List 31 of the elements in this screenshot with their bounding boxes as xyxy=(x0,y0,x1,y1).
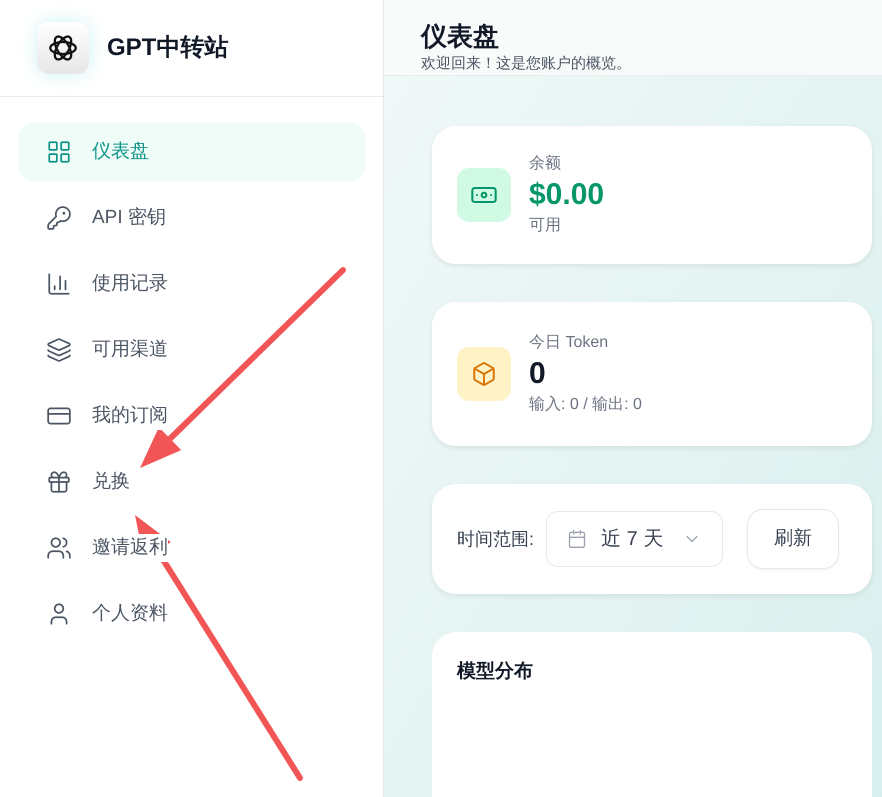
sidebar-item[interactable]: 使用记录 xyxy=(18,254,365,314)
stat-label: 今日 Token xyxy=(529,333,610,354)
panel-title: 模型分布 xyxy=(457,661,533,682)
sidebar-item[interactable]: API 密钥 xyxy=(18,188,365,248)
stat-value: 0 xyxy=(529,356,547,392)
stat-value: $0.00 xyxy=(529,177,604,214)
layers-icon xyxy=(46,337,72,363)
stat-label: 余额 xyxy=(529,154,562,174)
cube-icon xyxy=(457,347,511,401)
sidebar-item[interactable]: 可用渠道 xyxy=(18,320,365,380)
grid-icon xyxy=(46,139,72,165)
logo-icon xyxy=(37,22,89,74)
sidebar-item[interactable]: 我的订阅 xyxy=(18,386,365,446)
brand-name: GPT中转站 xyxy=(107,33,228,63)
date-range-select[interactable]: 近 7 天 xyxy=(546,511,724,567)
sidebar-item[interactable]: 兑换 xyxy=(18,452,365,512)
gift-icon xyxy=(46,469,72,495)
bar-chart-icon xyxy=(46,271,72,297)
sidebar-item[interactable]: 个人资料 xyxy=(18,584,365,644)
sidebar-item[interactable]: 邀请返利 xyxy=(18,518,365,578)
cash-icon xyxy=(457,168,511,222)
key-icon xyxy=(46,205,72,231)
stat-note: 可用 xyxy=(529,216,562,236)
page-title: 仪表盘 xyxy=(421,20,500,52)
stat-note: 输入: 0 / 输出: 0 xyxy=(529,394,642,415)
filter-label: 时间范围: xyxy=(457,528,534,550)
sidebar-item[interactable]: 仪表盘 xyxy=(18,122,365,182)
calendar-icon xyxy=(567,529,588,549)
page-subtitle: 欢迎回来！这是您账户的概览。 xyxy=(421,54,632,74)
users-icon xyxy=(46,535,72,561)
refresh-button[interactable]: 刷新 xyxy=(747,509,840,569)
